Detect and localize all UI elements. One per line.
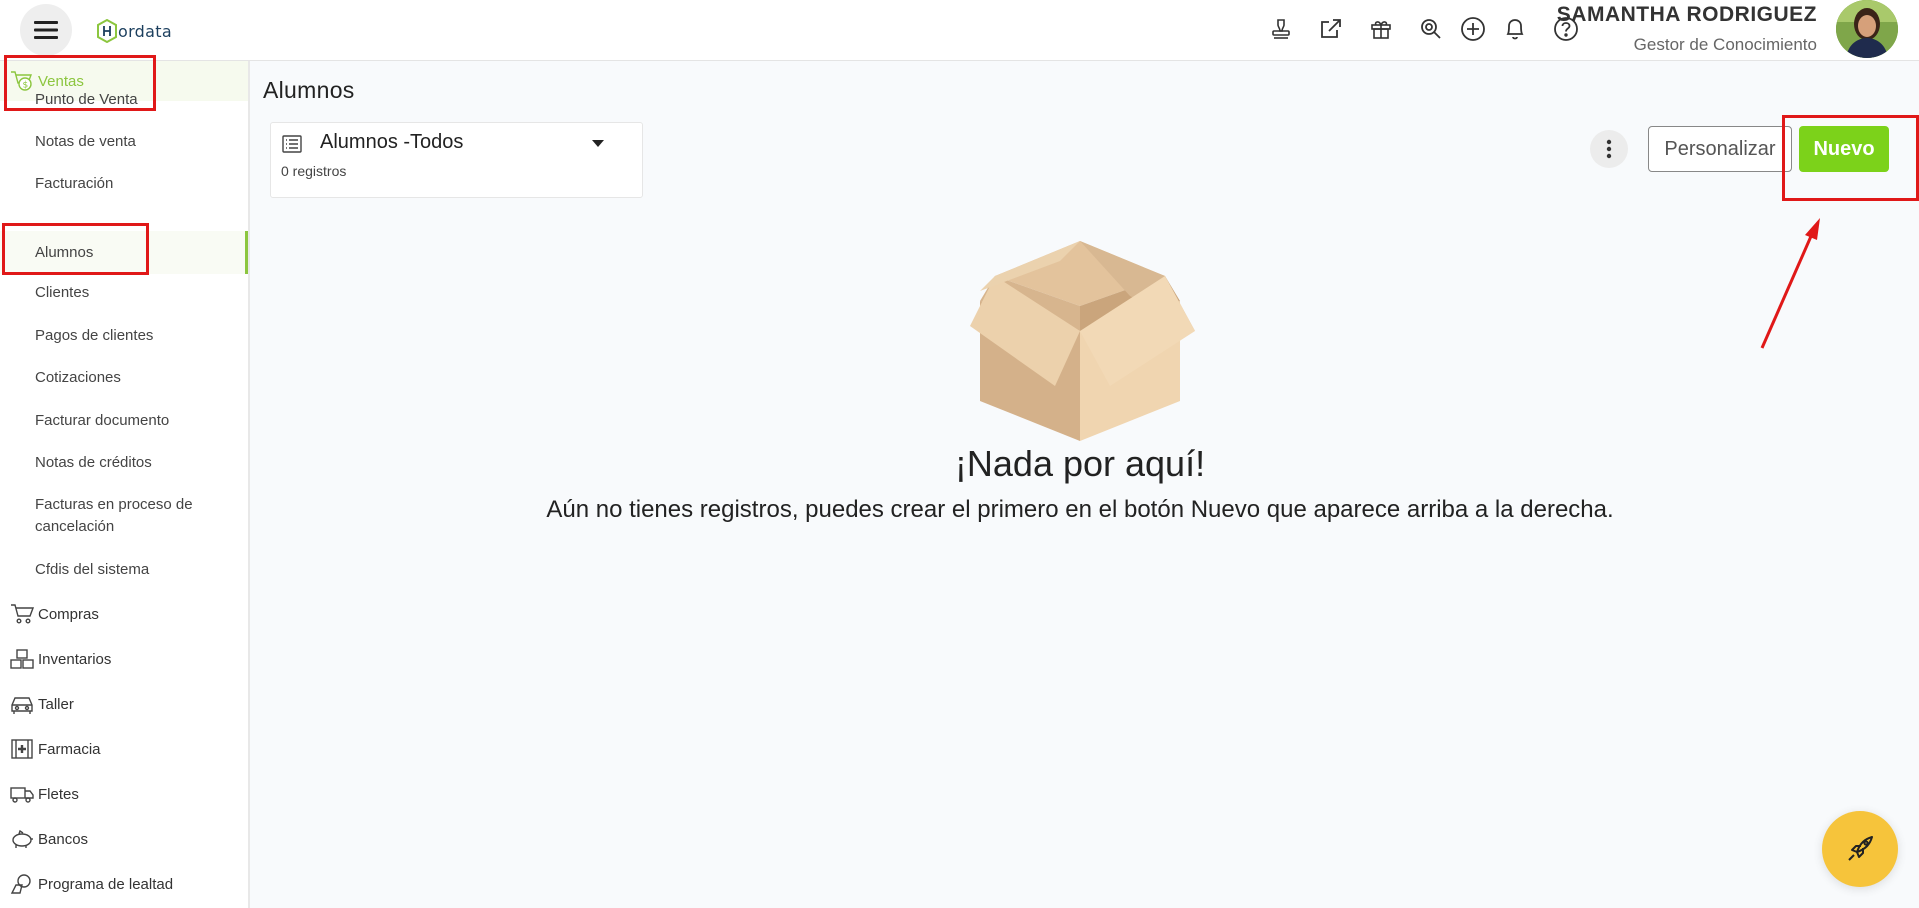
plus-circle-icon[interactable] — [1458, 14, 1488, 44]
sidebar-item-inventarios[interactable]: Inventarios — [0, 639, 248, 679]
sidebar-item-programa-de-lealtad[interactable]: Programa de lealtad — [0, 864, 248, 904]
user-name[interactable]: SAMANTHA RODRIGUEZ — [1557, 3, 1817, 27]
bell-icon[interactable] — [1500, 14, 1530, 44]
search-zoom-icon[interactable] — [1416, 14, 1446, 44]
sidebar-item-label: Bancos — [38, 830, 89, 848]
sidebar-item-compras[interactable]: Compras — [0, 594, 248, 634]
sidebar-item-facturas-en-proceso[interactable]: Facturas en proceso de cancelación — [0, 494, 248, 538]
caret-down-icon[interactable] — [591, 139, 605, 148]
personalizar-button[interactable]: Personalizar — [1648, 126, 1792, 172]
sidebar-item-label: Compras — [38, 605, 99, 623]
view-name: Alumnos -Todos — [320, 131, 464, 153]
piggy-bank-icon — [8, 825, 36, 853]
sidebar-item-notas-de-venta[interactable]: Notas de venta — [0, 131, 248, 153]
page-title: Alumnos — [263, 77, 355, 103]
medical-kit-icon — [8, 735, 36, 763]
logo-text: ordata — [118, 21, 172, 41]
sidebar-item-cotizaciones[interactable]: Cotizaciones — [0, 367, 248, 389]
view-selector[interactable]: Alumnos -Todos 0 registros — [270, 122, 643, 198]
sidebar-item-label: Inventarios — [38, 650, 112, 668]
annotation-box-nuevo — [1782, 115, 1919, 201]
truck-icon — [8, 780, 36, 808]
cart-icon — [8, 600, 36, 628]
car-icon — [8, 690, 36, 718]
sidebar-item-clientes[interactable]: Clientes — [0, 282, 248, 304]
sidebar-item-label: Fletes — [38, 785, 79, 803]
stamp-icon[interactable] — [1266, 14, 1296, 44]
list-icon — [282, 135, 302, 153]
loyalty-icon — [8, 870, 36, 898]
sidebar-item-fletes[interactable]: Fletes — [0, 774, 248, 814]
hamburger-icon — [34, 21, 58, 39]
sidebar-item-label: Taller — [38, 695, 74, 713]
avatar[interactable] — [1836, 0, 1898, 58]
empty-state-message: Aún no tienes registros, puedes crear el… — [546, 496, 1614, 523]
sidebar-item-bancos[interactable]: Bancos — [0, 819, 248, 859]
sidebar-item-farmacia[interactable]: Farmacia — [0, 729, 248, 769]
annotation-box-alumnos — [2, 223, 149, 275]
more-options-button[interactable] — [1590, 130, 1628, 168]
sidebar-item-pagos-de-clientes[interactable]: Pagos de clientes — [0, 325, 248, 347]
sidebar-item-label: Farmacia — [38, 740, 101, 758]
record-count: 0 registros — [281, 163, 347, 179]
user-role: Gestor de Conocimiento — [1633, 35, 1817, 54]
sidebar-item-notas-de-creditos[interactable]: Notas de créditos — [0, 452, 248, 474]
logo-hex-icon — [97, 19, 117, 43]
hamburger-menu-button[interactable] — [20, 4, 72, 56]
external-link-icon[interactable] — [1316, 14, 1346, 44]
sidebar-item-taller[interactable]: Taller — [0, 684, 248, 724]
main-content: Alumnos Alumnos -Todos 0 registros Perso… — [250, 61, 1919, 908]
empty-box-illustration — [970, 241, 1195, 441]
boxes-icon — [8, 645, 36, 673]
help-launcher-button[interactable] — [1822, 811, 1898, 887]
sidebar-item-facturar-documento[interactable]: Facturar documento — [0, 410, 248, 432]
sidebar: $ Ventas Punto de Venta Notas de venta F… — [0, 61, 250, 908]
sidebar-item-cfdis-del-sistema[interactable]: Cfdis del sistema — [0, 559, 248, 581]
kebab-icon — [1606, 139, 1612, 159]
top-header: ordata SAMANTHA RODRIGUEZ Gestor de Cono… — [0, 0, 1919, 61]
app-logo[interactable]: ordata — [97, 16, 172, 46]
gift-icon[interactable] — [1366, 14, 1396, 44]
empty-state-title: ¡Nada por aquí! — [954, 443, 1206, 484]
sidebar-item-label: Programa de lealtad — [38, 875, 174, 893]
sidebar-item-facturacion[interactable]: Facturación — [0, 173, 248, 195]
rocket-icon — [1848, 836, 1873, 861]
annotation-box-ventas — [4, 55, 156, 111]
